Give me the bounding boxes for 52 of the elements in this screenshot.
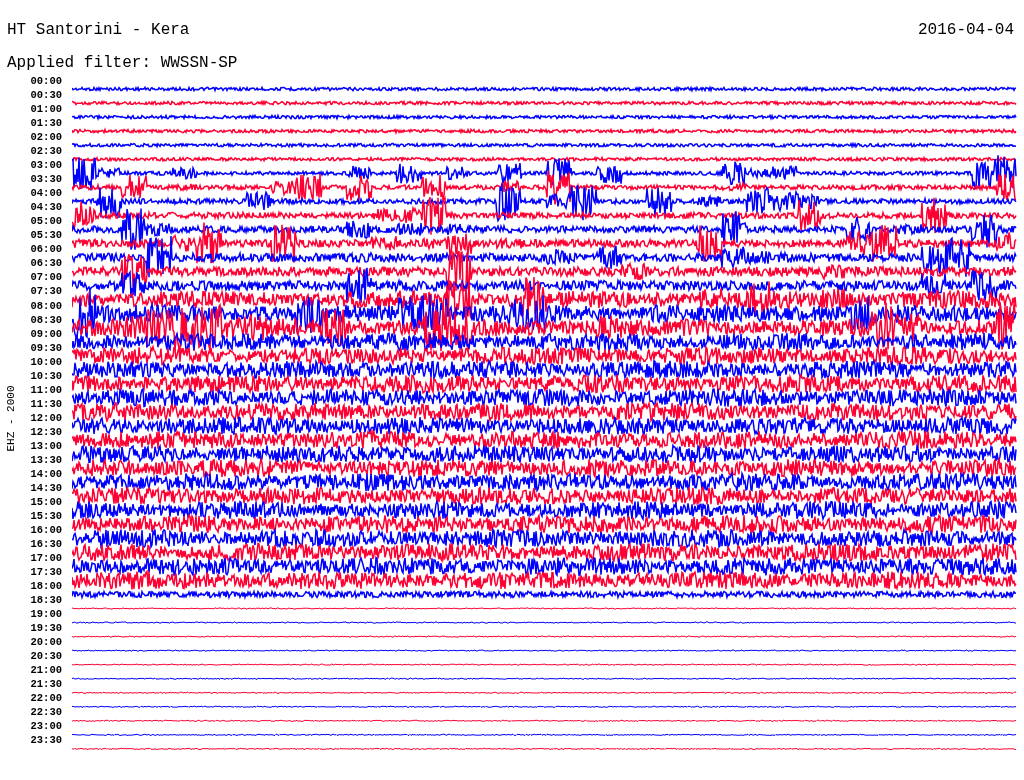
time-label: 07:30	[29, 284, 62, 299]
time-label: 19:00	[29, 607, 62, 622]
station-title: HT Santorini - Kera	[7, 22, 190, 38]
time-label: 21:30	[29, 677, 62, 692]
time-label: 16:00	[29, 523, 62, 538]
time-label: 22:00	[29, 691, 62, 706]
time-label: 16:30	[29, 537, 62, 552]
time-label: 08:00	[29, 298, 62, 313]
time-label: 20:00	[29, 635, 62, 650]
time-label: 00:00	[29, 74, 62, 89]
time-label: 17:30	[29, 565, 62, 580]
time-label: 15:30	[29, 508, 62, 523]
time-label: 10:00	[29, 354, 62, 369]
time-label: 23:00	[29, 719, 62, 734]
time-label: 13:30	[29, 452, 62, 467]
time-label: 18:30	[29, 593, 62, 608]
time-label: 06:00	[29, 242, 62, 257]
time-label: 11:00	[29, 382, 62, 397]
time-label: 17:00	[29, 551, 62, 566]
time-label: 04:00	[29, 186, 62, 201]
time-label: 03:30	[29, 172, 62, 187]
time-label: 22:30	[29, 705, 62, 720]
time-label: 15:00	[29, 494, 62, 509]
time-label: 23:30	[29, 733, 62, 748]
time-label: 10:30	[29, 368, 62, 383]
time-label: 05:00	[29, 214, 62, 229]
time-label: 04:30	[29, 200, 62, 215]
time-label: 02:30	[29, 144, 62, 159]
time-label: 08:30	[29, 312, 62, 327]
time-label: 12:00	[29, 410, 62, 425]
time-label: 19:30	[29, 621, 62, 636]
filter-label: Applied filter: WWSSN-SP	[7, 54, 238, 72]
time-label: 06:30	[29, 256, 62, 271]
time-label: 21:00	[29, 663, 62, 678]
channel-label: EHZ - 2000	[5, 385, 17, 451]
time-label: 02:00	[29, 130, 62, 145]
time-label: 14:30	[29, 480, 62, 495]
time-label: 12:30	[29, 424, 62, 439]
time-label: 01:30	[29, 116, 62, 131]
time-label: 01:00	[29, 102, 62, 117]
time-label: 00:30	[29, 88, 62, 103]
time-label: 09:30	[29, 340, 62, 355]
date-label: 2016-04-04	[918, 22, 1014, 38]
time-label: 13:00	[29, 438, 62, 453]
time-label: 18:00	[29, 579, 62, 594]
time-label: 03:00	[29, 158, 62, 173]
time-label: 11:30	[29, 396, 62, 411]
time-label: 07:00	[29, 270, 62, 285]
time-label: 05:30	[29, 228, 62, 243]
time-label: 09:00	[29, 326, 62, 341]
time-label: 20:30	[29, 649, 62, 664]
time-label: 14:00	[29, 466, 62, 481]
